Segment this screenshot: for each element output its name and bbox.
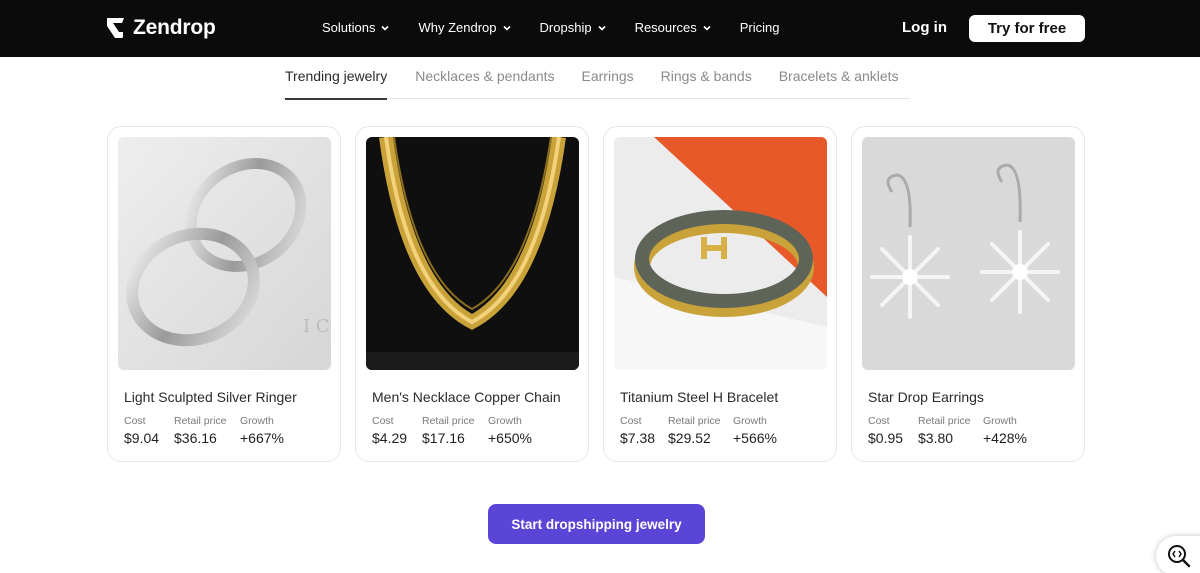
- nav-item-why-zendrop[interactable]: Why Zendrop: [418, 20, 511, 35]
- growth-value: +650%: [488, 430, 532, 446]
- try-for-free-button[interactable]: Try for free: [969, 15, 1085, 42]
- cost-stat: Cost $7.38: [620, 415, 668, 446]
- growth-value: +566%: [733, 430, 777, 446]
- retail-value: $17.16: [422, 430, 465, 446]
- product-stats: Cost $0.95 Retail price $3.80 Growth +42…: [868, 415, 1027, 446]
- nav-item-label: Dropship: [539, 20, 592, 35]
- product-title: Men's Necklace Copper Chain: [372, 389, 561, 405]
- growth-value: +667%: [240, 430, 284, 446]
- floating-help-widget[interactable]: [1156, 536, 1200, 573]
- product-title: Star Drop Earrings: [868, 389, 984, 405]
- search-code-icon: [1168, 545, 1191, 568]
- product-card[interactable]: Titanium Steel H Bracelet Cost $7.38 Ret…: [603, 126, 837, 462]
- nav-item-label: Why Zendrop: [418, 20, 497, 35]
- nav-item-pricing[interactable]: Pricing: [740, 20, 780, 35]
- retail-label: Retail price: [174, 415, 227, 427]
- product-stats: Cost $9.04 Retail price $36.16 Growth +6…: [124, 415, 284, 446]
- growth-value: +428%: [983, 430, 1027, 446]
- nav-item-label: Pricing: [739, 20, 780, 35]
- nav-item-dropship[interactable]: Dropship: [540, 20, 606, 35]
- retail-value: $36.16: [174, 430, 217, 446]
- cost-value: $0.95: [868, 430, 904, 446]
- product-card[interactable]: Men's Necklace Copper Chain Cost $4.29 R…: [355, 126, 589, 462]
- product-image-gold-chain: [366, 137, 579, 370]
- chevron-down-icon: [381, 25, 390, 31]
- nav-item-label: Solutions: [322, 20, 376, 35]
- start-dropshipping-button[interactable]: Start dropshipping jewelry: [488, 504, 705, 544]
- tab-earrings[interactable]: Earrings: [582, 66, 634, 99]
- tab-trending-jewelry[interactable]: Trending jewelry: [285, 66, 388, 100]
- cost-label: Cost: [868, 415, 890, 427]
- retail-value: $29.52: [668, 430, 711, 446]
- cost-stat: Cost $9.04: [124, 415, 174, 446]
- retail-value: $3.80: [918, 430, 954, 446]
- cost-label: Cost: [620, 415, 642, 427]
- retail-stat: Retail price $17.16: [422, 415, 488, 446]
- tab-bracelets-anklets[interactable]: Bracelets & anklets: [779, 66, 899, 99]
- top-navigation-bar: Zendrop Solutions Why Zendrop Dropship R…: [0, 0, 1200, 57]
- cost-label: Cost: [372, 415, 394, 427]
- login-link[interactable]: Log in: [902, 19, 947, 36]
- product-card[interactable]: Star Drop Earrings Cost $0.95 Retail pri…: [851, 126, 1085, 462]
- product-stats: Cost $4.29 Retail price $17.16 Growth +6…: [372, 415, 532, 446]
- nav-item-solutions[interactable]: Solutions: [322, 20, 390, 35]
- zendrop-logo-icon: [107, 18, 124, 38]
- retail-stat: Retail price $3.80: [918, 415, 983, 446]
- growth-stat: Growth +650%: [488, 415, 532, 446]
- product-title: Light Sculpted Silver Ringer: [124, 389, 297, 405]
- brand-name: Zendrop: [133, 16, 216, 39]
- tab-necklaces-pendants[interactable]: Necklaces & pendants: [415, 66, 554, 99]
- cost-value: $9.04: [124, 430, 160, 446]
- growth-label: Growth: [733, 415, 767, 427]
- nav-item-resources[interactable]: Resources: [635, 20, 711, 35]
- cost-label: Cost: [124, 415, 146, 427]
- cost-stat: Cost $4.29: [372, 415, 422, 446]
- tab-rings-bands[interactable]: Rings & bands: [661, 66, 752, 99]
- product-stats: Cost $7.38 Retail price $29.52 Growth +5…: [620, 415, 777, 446]
- retail-stat: Retail price $29.52: [668, 415, 733, 446]
- svg-text:I C: I C: [303, 316, 330, 337]
- cost-stat: Cost $0.95: [868, 415, 918, 446]
- product-image-h-bracelet: [614, 137, 827, 370]
- cost-value: $7.38: [620, 430, 656, 446]
- product-image-silver-rings: I C: [118, 137, 331, 370]
- retail-stat: Retail price $36.16: [174, 415, 240, 446]
- growth-stat: Growth +566%: [733, 415, 777, 446]
- growth-label: Growth: [488, 415, 522, 427]
- retail-label: Retail price: [668, 415, 721, 427]
- product-card[interactable]: I C Light Sculpted Silver Ringer Cost $9…: [107, 126, 341, 462]
- retail-label: Retail price: [422, 415, 475, 427]
- cost-value: $4.29: [372, 430, 408, 446]
- product-title: Titanium Steel H Bracelet: [620, 389, 779, 405]
- growth-label: Growth: [983, 415, 1017, 427]
- brand-logo[interactable]: Zendrop: [106, 16, 216, 40]
- chevron-down-icon: [703, 25, 711, 31]
- product-image-star-earrings: [862, 137, 1075, 370]
- growth-label: Growth: [240, 415, 274, 427]
- growth-stat: Growth +667%: [240, 415, 284, 446]
- growth-stat: Growth +428%: [983, 415, 1027, 446]
- chevron-down-icon: [502, 25, 511, 31]
- chevron-down-icon: [597, 25, 606, 31]
- main-nav: Solutions Why Zendrop Dropship Resources…: [322, 20, 808, 35]
- category-tabs: Trending jewelry Necklaces & pendants Ea…: [281, 66, 910, 100]
- nav-item-label: Resources: [634, 20, 697, 35]
- retail-label: Retail price: [918, 415, 971, 427]
